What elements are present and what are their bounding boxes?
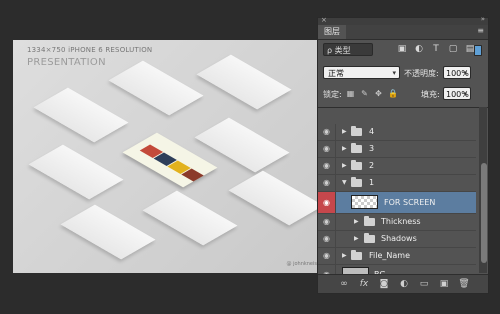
credit-text: @ johnkneis [286,261,317,267]
lock-label: 锁定: [323,90,342,99]
eye-icon[interactable]: ◉ [318,124,336,140]
layer-row[interactable]: ◉ ▼ 1 [318,175,476,192]
chevron-right-icon[interactable]: ▶ [342,141,347,157]
mockup-card [33,87,129,143]
folder-icon [351,250,362,260]
filter-toggle[interactable] [474,45,482,56]
new-group-icon[interactable]: ▭ [418,278,430,290]
scrollbar-thumb[interactable] [481,163,487,263]
folder-icon [351,143,362,153]
layer-row[interactable]: ◉ BG [318,265,476,274]
layer-row[interactable]: ◉ ▶ 3 [318,141,476,158]
mockup-card [142,190,238,246]
folder-icon [351,177,362,187]
folder-icon [364,216,375,226]
lock-all-icon[interactable]: 🔒 [388,89,398,98]
blend-mode-value: 正常 [328,69,344,78]
chevron-right-icon[interactable]: ▶ [342,158,347,174]
mockup-card [108,60,204,116]
adjustment-filter-icon[interactable]: ◐ [413,43,425,55]
chevron-down-icon: ▾ [463,69,467,77]
mockup-card [228,170,323,226]
chevron-right-icon[interactable]: ▶ [342,248,347,264]
blend-opacity-row: 正常 ▾ 不透明度: 100% ▾ [318,64,488,80]
document-canvas[interactable]: 1334×750 iPHONE 6 RESOLUTION PRESENTATIO… [13,40,323,273]
folder-icon [364,233,375,243]
layer-row[interactable]: ◉ ▶ File_Name [318,248,476,265]
layer-name: FOR SCREEN [384,198,436,207]
layer-row[interactable]: ◉ ▶ 4 [318,124,476,141]
eye-icon[interactable]: ◉ [318,231,336,247]
layer-name: BG [374,265,386,274]
new-layer-icon[interactable]: ▣ [438,278,450,290]
layer-row[interactable]: ◉ ▶ 2 [318,158,476,175]
fill-field[interactable]: 100% ▾ [443,87,471,100]
tab-layers[interactable]: 图层 [318,25,346,39]
lock-transparent-icon[interactable]: ▦ [346,89,355,98]
chevron-right-icon[interactable]: ▶ [354,214,359,230]
folder-icon [351,160,362,170]
image-filter-icon[interactable]: ▣ [396,43,408,55]
fill-label: 填充: [421,90,440,99]
layer-name: 4 [369,127,375,136]
chevron-down-icon: ▾ [463,90,467,98]
layer-name: 2 [369,161,375,170]
type-filter-icon[interactable]: T [430,43,442,55]
eye-icon[interactable]: ◉ [318,214,336,230]
opacity-label: 不透明度: [404,69,439,78]
mockup-card [60,204,156,260]
eye-icon[interactable]: ◉ [318,141,336,157]
layer-row[interactable]: ◉ ▶ Shadows [318,231,476,248]
eye-icon[interactable]: ◉ [318,192,336,213]
layer-name: 3 [369,144,375,153]
chevron-down-icon: ▾ [392,69,396,77]
layer-name: Thickness [381,217,421,226]
menu-icon[interactable]: ≡ [477,26,484,35]
lock-paint-icon[interactable]: ✎ [360,89,369,98]
layers-panel: × » 图层 ≡ ρ 类型 ▣ ◐ T ▢ ▤ 正常 ▾ 不透明度: 100% ▾ 锁定… [317,15,489,294]
mockup-card [196,54,292,110]
eye-icon[interactable]: ◉ [318,265,336,274]
chevron-right-icon[interactable]: ▶ [354,231,359,247]
close-icon[interactable]: × [321,16,327,24]
eye-icon[interactable]: ◉ [318,248,336,264]
layer-name: Shadows [381,234,417,243]
add-mask-icon[interactable]: ◙ [378,278,390,290]
collapse-icon[interactable]: » [481,15,485,23]
lock-position-icon[interactable]: ✥ [374,89,383,98]
panel-tab-bar: 图层 ≡ [318,25,488,40]
folder-icon [351,126,362,136]
layer-row[interactable]: ◉ ▶ Thickness [318,214,476,231]
link-layers-icon[interactable]: ∞ [338,278,350,290]
filter-kind-select[interactable]: ρ 类型 [323,43,373,56]
panel-bottom-bar: ∞ fx ◙ ◐ ▭ ▣ 🗑 [318,274,488,293]
layers-list: ◉ ▶ 4 ◉ ▶ 3 ◉ ▶ 2 ◉ ▼ 1 ◉ FOR SCREEN ◉ ▶… [318,107,488,274]
layer-row-selected[interactable]: ◉ FOR SCREEN [318,192,476,214]
mockup-card [28,144,124,200]
presentation-title: PRESENTATION [27,57,106,68]
panel-title-bar[interactable]: × » [318,15,488,25]
resolution-text: 1334×750 iPHONE 6 RESOLUTION [27,46,153,54]
blend-mode-select[interactable]: 正常 ▾ [323,66,400,79]
layer-thumbnail [342,267,369,274]
shape-filter-icon[interactable]: ▢ [447,43,459,55]
delete-layer-icon[interactable]: 🗑 [458,278,470,290]
lock-fill-row: 锁定: ▦ ✎ ✥ 🔒 填充: 100% ▾ [318,86,488,102]
layer-filter-row: ρ 类型 ▣ ◐ T ▢ ▤ [318,41,488,59]
eye-icon[interactable]: ◉ [318,175,336,191]
fx-icon[interactable]: fx [358,278,370,290]
layer-thumbnail [351,195,378,209]
layer-name: File_Name [369,251,410,260]
adjustment-layer-icon[interactable]: ◐ [398,278,410,290]
chevron-right-icon[interactable]: ▶ [342,124,347,140]
opacity-field[interactable]: 100% ▾ [443,66,471,79]
chevron-down-icon[interactable]: ▼ [342,175,347,191]
eye-icon[interactable]: ◉ [318,158,336,174]
layer-name: 1 [369,178,375,187]
